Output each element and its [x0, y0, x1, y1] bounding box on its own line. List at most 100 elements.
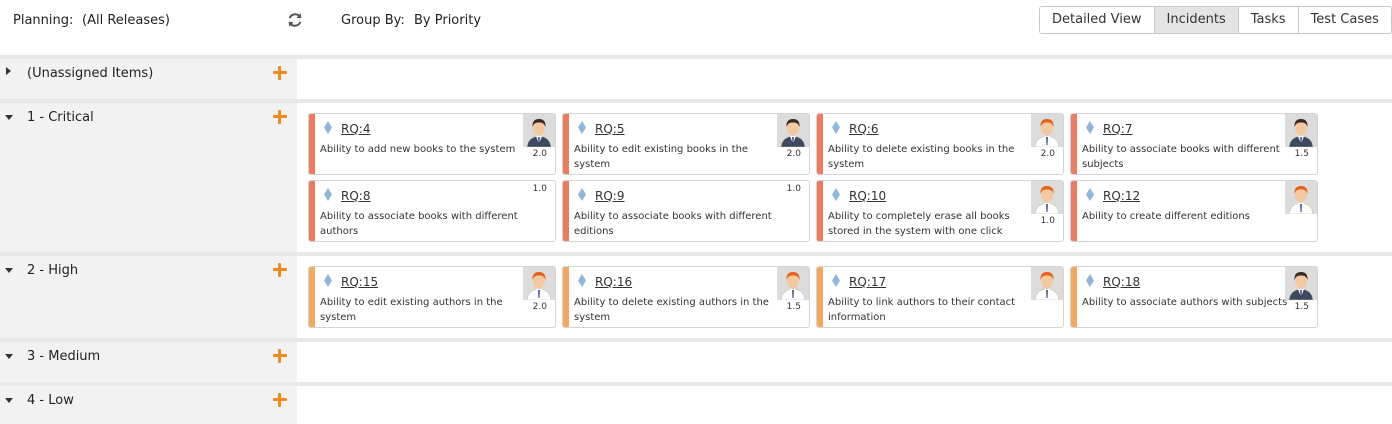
- requirement-description: Ability to delete existing authors in th…: [574, 297, 769, 323]
- requirement-id-link[interactable]: RQ:4: [341, 122, 370, 136]
- requirement-diamond-icon: [832, 274, 840, 287]
- tasks-button[interactable]: Tasks: [1237, 7, 1298, 33]
- owner-avatar: [1285, 114, 1317, 148]
- owner-avatar: [777, 114, 809, 148]
- row-body: [297, 342, 1392, 386]
- row-header: 3 - Medium: [0, 342, 297, 386]
- requirement-description: Ability to create different editions: [1082, 211, 1250, 222]
- estimate-value: 2.0: [786, 149, 801, 159]
- requirement-description: Ability to associate authors with subjec…: [1082, 297, 1288, 308]
- requirement-description: Ability to associate books with differen…: [320, 211, 518, 237]
- priority-bar: [817, 181, 823, 241]
- requirement-id-link[interactable]: RQ:6: [849, 122, 878, 136]
- expand-icon[interactable]: [6, 67, 11, 75]
- groupby-dropdown[interactable]: By Priority: [414, 13, 481, 28]
- requirement-diamond-icon: [578, 121, 586, 134]
- requirement-diamond-icon: [1086, 274, 1094, 287]
- requirement-card[interactable]: RQ:10 Ability to completely erase all boo…: [816, 180, 1064, 242]
- requirement-id-link[interactable]: RQ:9: [595, 189, 624, 203]
- priority-bar: [563, 181, 569, 241]
- view-switcher: Detailed View Incidents Tasks Test Cases: [1039, 6, 1392, 34]
- estimate-value: 2.0: [532, 302, 547, 312]
- requirement-description: Ability to add new books to the system: [320, 144, 516, 155]
- requirement-diamond-icon: [324, 274, 332, 287]
- estimate-value: 1.0: [1040, 216, 1055, 226]
- requirement-card[interactable]: RQ:12 Ability to create different edition…: [1070, 180, 1318, 242]
- requirement-card[interactable]: RQ:17 Ability to link authors to their co…: [816, 266, 1064, 328]
- requirement-card[interactable]: RQ:15 Ability to edit existing authors in…: [308, 266, 556, 328]
- groupby-label: Group By:: [341, 13, 405, 28]
- owner-avatar: [523, 114, 555, 148]
- requirement-description: Ability to edit existing authors in the …: [320, 297, 503, 323]
- row-header: 2 - High: [0, 256, 297, 342]
- requirement-card[interactable]: RQ:7 Ability to associate books with diff…: [1070, 113, 1318, 175]
- add-icon[interactable]: [271, 108, 289, 126]
- requirement-card[interactable]: RQ:8 Ability to associate books with diff…: [308, 180, 556, 242]
- requirement-id-link[interactable]: RQ:15: [341, 275, 378, 289]
- requirement-card[interactable]: RQ:6 Ability to delete existing books in …: [816, 113, 1064, 175]
- collapse-icon[interactable]: [5, 268, 13, 273]
- incidents-button[interactable]: Incidents: [1153, 7, 1238, 33]
- row-title: 1 - Critical: [27, 110, 94, 125]
- collapse-icon[interactable]: [5, 354, 13, 359]
- priority-bar: [1071, 181, 1077, 241]
- requirement-id-link[interactable]: RQ:17: [849, 275, 886, 289]
- collapse-icon[interactable]: [5, 115, 13, 120]
- row-header: (Unassigned Items): [0, 59, 297, 101]
- estimate-value: 1.5: [1294, 149, 1309, 159]
- add-icon[interactable]: [271, 261, 289, 279]
- requirement-diamond-icon: [578, 188, 586, 201]
- add-icon[interactable]: [271, 64, 289, 82]
- priority-bar: [563, 267, 569, 327]
- refresh-icon[interactable]: [286, 11, 304, 29]
- requirement-diamond-icon: [832, 188, 840, 201]
- priority-bar: [817, 114, 823, 174]
- requirement-id-link[interactable]: RQ:12: [1103, 189, 1140, 203]
- priority-bar: [1071, 114, 1077, 174]
- row-title: 4 - Low: [27, 393, 74, 408]
- requirement-diamond-icon: [578, 274, 586, 287]
- requirement-id-link[interactable]: RQ:10: [849, 189, 886, 203]
- toolbar: Planning: (All Releases) Group By: By Pr…: [0, 0, 1392, 42]
- collapse-icon[interactable]: [5, 398, 13, 403]
- row-title: (Unassigned Items): [27, 66, 154, 81]
- test-cases-button[interactable]: Test Cases: [1297, 7, 1391, 33]
- estimate-value: 2.0: [1040, 149, 1055, 159]
- owner-avatar: [1031, 267, 1063, 301]
- requirement-diamond-icon: [832, 121, 840, 134]
- requirement-id-link[interactable]: RQ:18: [1103, 275, 1140, 289]
- requirement-diamond-icon: [324, 188, 332, 201]
- add-icon[interactable]: [271, 347, 289, 365]
- requirement-description: Ability to edit existing books in the sy…: [574, 144, 749, 170]
- requirement-id-link[interactable]: RQ:16: [595, 275, 632, 289]
- row-medium: 3 - Medium: [0, 338, 1392, 386]
- add-icon[interactable]: [271, 391, 289, 409]
- priority-bar: [309, 181, 315, 241]
- priority-bar: [309, 114, 315, 174]
- detailed-view-button[interactable]: Detailed View: [1040, 7, 1154, 33]
- owner-avatar: [1285, 181, 1317, 215]
- requirement-description: Ability to associate books with differen…: [1082, 144, 1280, 170]
- requirement-card[interactable]: RQ:5 Ability to edit existing books in th…: [562, 113, 810, 175]
- priority-bar: [817, 267, 823, 327]
- requirement-description: Ability to link authors to their contact…: [828, 297, 1016, 323]
- priority-bar: [563, 114, 569, 174]
- requirement-id-link[interactable]: RQ:7: [1103, 122, 1132, 136]
- requirement-card[interactable]: RQ:9 Ability to associate books with diff…: [562, 180, 810, 242]
- requirement-description: Ability to associate books with differen…: [574, 211, 772, 237]
- planning-label: Planning:: [13, 13, 74, 28]
- row-unassigned: (Unassigned Items): [0, 55, 1392, 101]
- requirement-card[interactable]: RQ:16 Ability to delete existing authors …: [562, 266, 810, 328]
- planning-release-dropdown[interactable]: (All Releases): [82, 13, 170, 28]
- row-header: 1 - Critical: [0, 103, 297, 254]
- owner-avatar: [523, 267, 555, 301]
- requirement-id-link[interactable]: RQ:5: [595, 122, 624, 136]
- requirement-diamond-icon: [1086, 121, 1094, 134]
- requirement-card[interactable]: RQ:4 Ability to add new books to the syst…: [308, 113, 556, 175]
- requirement-description: Ability to delete existing books in the …: [828, 144, 1015, 170]
- requirement-diamond-icon: [324, 121, 332, 134]
- estimate-value: 1.0: [786, 184, 801, 194]
- owner-avatar: [777, 267, 809, 301]
- requirement-card[interactable]: RQ:18 Ability to associate authors with s…: [1070, 266, 1318, 328]
- requirement-id-link[interactable]: RQ:8: [341, 189, 370, 203]
